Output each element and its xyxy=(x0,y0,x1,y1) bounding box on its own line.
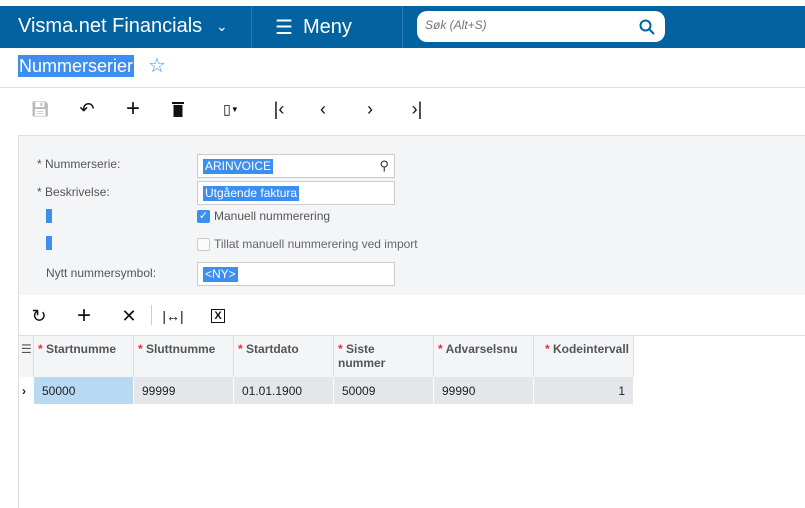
search-icon[interactable] xyxy=(639,19,655,35)
numberseries-label: * Nummerserie: xyxy=(37,157,121,171)
app-title[interactable]: Visma.net Financials xyxy=(18,15,202,38)
chevron-right-icon: › xyxy=(367,98,373,119)
allow-import-label: Tillat manuell nummerering ved import xyxy=(214,237,418,251)
grid-cell[interactable]: 99990 xyxy=(434,377,534,404)
column-header[interactable]: * Sluttnumme xyxy=(134,336,234,377)
last-icon: ›| xyxy=(411,98,423,119)
delete-button[interactable] xyxy=(165,96,191,122)
undo-button[interactable]: ↶ xyxy=(74,96,100,122)
undo-icon: ↶ xyxy=(79,98,95,119)
divider xyxy=(0,87,805,88)
save-icon: 💾︎ xyxy=(30,101,50,118)
column-header[interactable]: * Siste nummer xyxy=(334,336,434,377)
chevron-down-icon[interactable]: ⌄ xyxy=(216,18,228,35)
description-field[interactable]: Utgående faktura xyxy=(197,181,395,205)
add-button[interactable]: + xyxy=(120,95,146,122)
add-row-button[interactable]: + xyxy=(71,302,97,329)
excel-icon: X xyxy=(211,309,225,323)
numberseries-field[interactable]: ARINVOICE ⚲ xyxy=(197,154,395,178)
grid-cell[interactable]: 01.01.1900 xyxy=(234,377,334,404)
description-label: * Beskrivelse: xyxy=(37,185,110,199)
save-button[interactable]: 💾︎ xyxy=(27,96,53,122)
marker xyxy=(46,209,52,223)
next-record-button[interactable]: › xyxy=(357,96,383,122)
refresh-icon: ↻ xyxy=(31,305,47,326)
hamburger-icon: ☰ xyxy=(275,17,293,39)
new-symbol-value: <NY> xyxy=(203,267,238,282)
previous-record-button[interactable]: ‹ xyxy=(310,96,336,122)
page-title: Nummerserier xyxy=(18,55,135,77)
clipboard-dropdown-button[interactable]: ▯ ▼ xyxy=(213,96,249,122)
divider xyxy=(402,6,403,48)
lookup-icon[interactable]: ⚲ xyxy=(379,158,389,174)
top-bar: Visma.net Financials ⌄ ☰ Meny xyxy=(0,6,805,48)
grid-toolbar: ↻ + ✕ |↔| X xyxy=(18,295,805,335)
close-icon: ✕ xyxy=(121,305,137,326)
new-symbol-field[interactable]: <NY> xyxy=(197,262,395,286)
column-settings-icon[interactable]: ☰ xyxy=(19,336,34,377)
row-indicator-icon[interactable]: › xyxy=(19,377,34,404)
refresh-button[interactable]: ↻ xyxy=(26,303,52,329)
search-box xyxy=(417,11,665,42)
column-header[interactable]: * Startnumme xyxy=(34,336,134,377)
grid-cell[interactable]: 50000 xyxy=(34,377,134,404)
caret-down-icon: ▼ xyxy=(230,104,239,114)
details-grid: ☰ * Startnumme * Sluttnumme * Startdato … xyxy=(18,335,805,508)
first-record-button[interactable]: |‹ xyxy=(266,96,292,122)
divider xyxy=(251,6,252,48)
fit-columns-button[interactable]: |↔| xyxy=(160,303,186,329)
column-header[interactable]: * Startdato xyxy=(234,336,334,377)
numberseries-value: ARINVOICE xyxy=(203,159,274,174)
clipboard-icon: ▯ xyxy=(223,100,231,117)
grid-cell[interactable]: 50009 xyxy=(334,377,434,404)
new-symbol-label: Nytt nummersymbol: xyxy=(46,266,157,280)
manual-numbering-label: Manuell nummerering xyxy=(214,209,331,223)
delete-row-button[interactable]: ✕ xyxy=(116,303,142,329)
trash-icon xyxy=(172,102,184,117)
column-header[interactable]: * Advarselsnu xyxy=(434,336,534,377)
fit-width-icon: |↔| xyxy=(162,308,184,324)
search-input[interactable] xyxy=(425,18,625,32)
allow-import-checkbox[interactable] xyxy=(197,238,210,251)
description-value: Utgående faktura xyxy=(203,186,300,201)
column-header[interactable]: * Kodeintervall xyxy=(534,336,634,377)
summary-form: * Nummerserie: ARINVOICE ⚲ * Beskrivelse… xyxy=(18,135,805,295)
plus-icon: + xyxy=(125,95,140,122)
grid-cell[interactable]: 1 xyxy=(534,377,634,404)
export-excel-button[interactable]: X xyxy=(205,303,231,329)
menu-label: Meny xyxy=(302,16,352,38)
grid-cell[interactable]: 99999 xyxy=(134,377,234,404)
favorite-star-icon[interactable]: ☆ xyxy=(148,53,166,78)
first-icon: |‹ xyxy=(273,98,285,119)
last-record-button[interactable]: ›| xyxy=(404,96,430,122)
menu-button[interactable]: ☰ Meny xyxy=(275,15,352,40)
plus-icon: + xyxy=(76,302,91,329)
divider xyxy=(151,305,152,325)
manual-numbering-checkbox[interactable]: ✓ xyxy=(197,210,210,223)
chevron-left-icon: ‹ xyxy=(320,98,326,119)
marker xyxy=(46,236,52,250)
